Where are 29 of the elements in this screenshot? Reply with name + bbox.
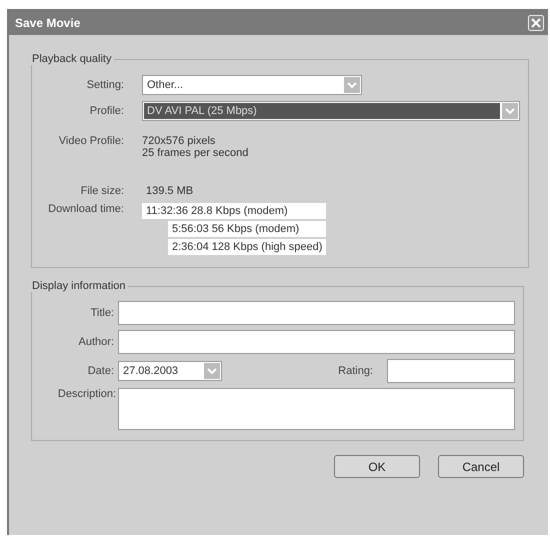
download-time-text: 11:32:36 28.8 Kbps (modem) — [142, 203, 326, 219]
field-label: Date: — [86, 365, 115, 377]
dialog-button[interactable]: Cancel — [438, 455, 524, 478]
field-label: Download time: — [47, 203, 125, 215]
profile-dropdown[interactable]: DV AVI PAL (25 Mbps) — [142, 101, 520, 121]
field-label: Description: — [56, 388, 117, 400]
rating-field[interactable] — [387, 359, 515, 383]
group-legend: Playback quality — [30, 53, 114, 65]
window-title: Save Movie — [15, 16, 80, 30]
dialog-button[interactable]: OK — [334, 455, 420, 478]
file-size-text: 139.5 MB — [145, 185, 194, 197]
field-label: Profile: — [88, 105, 125, 117]
title-field[interactable] — [118, 301, 515, 325]
download-time-text: 2:36:04 128 Kbps (high speed) — [168, 239, 326, 255]
date-picker[interactable]: 27.08.2003 — [118, 361, 222, 381]
author-field[interactable] — [118, 330, 515, 354]
field-label: Video Profile: — [58, 135, 125, 147]
download-time-text: 5:56:03 56 Kbps (modem) — [168, 221, 326, 237]
group-legend: Display information — [30, 280, 128, 292]
close-icon[interactable] — [528, 15, 544, 31]
field-label: Title: — [90, 307, 115, 319]
field-label: Author: — [78, 336, 115, 348]
field-label: File size: — [80, 185, 125, 197]
description-field[interactable] — [118, 388, 515, 430]
field-label: Setting: — [86, 79, 125, 91]
field-label: Rating: — [337, 365, 374, 377]
video-profile-text: 720x576 pixels — [142, 135, 216, 147]
video-profile-text: 25 frames per second — [142, 147, 248, 159]
setting-dropdown[interactable]: Other... — [142, 75, 362, 95]
